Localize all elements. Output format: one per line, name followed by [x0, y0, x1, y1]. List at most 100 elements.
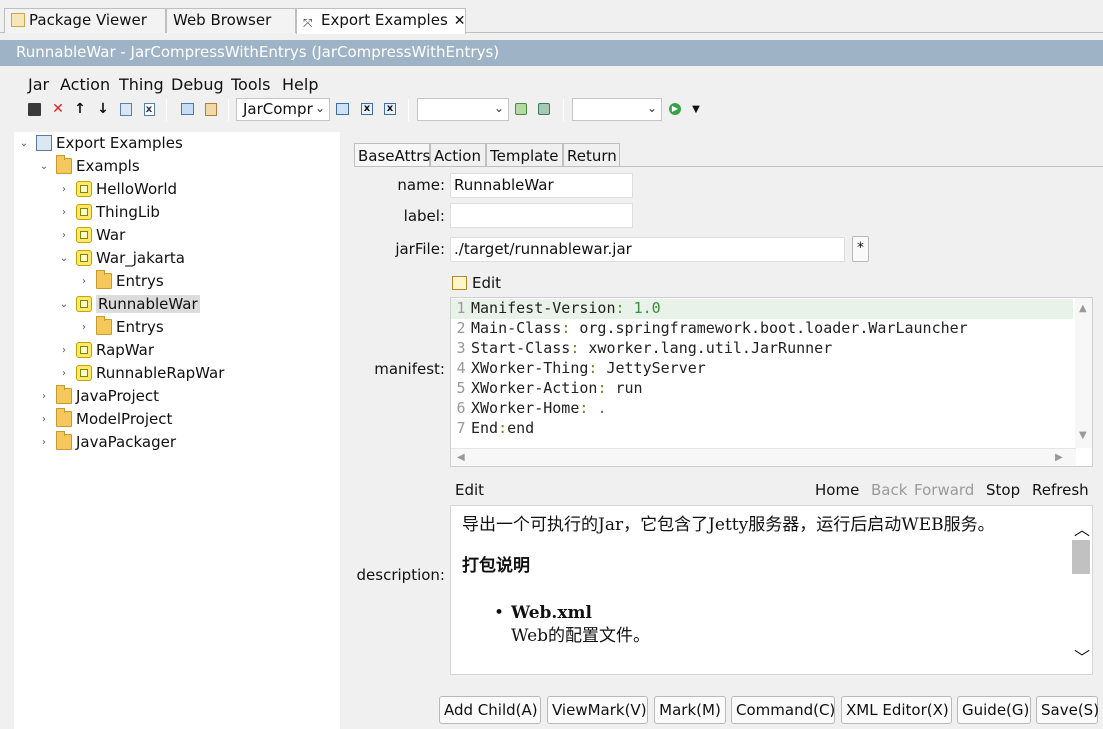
descriptor-combo[interactable]: ⌄ — [417, 98, 509, 121]
scroll-thumb[interactable] — [1072, 540, 1090, 574]
tab-template[interactable]: Template — [486, 143, 563, 167]
xml-view-icon[interactable]: x — [382, 101, 398, 117]
save-icon[interactable] — [26, 101, 42, 117]
run-menu-chevron-icon[interactable]: ▼ — [688, 101, 704, 117]
chevron-right-icon[interactable]: › — [58, 345, 70, 356]
tree-node[interactable]: › JavaProject — [38, 385, 159, 407]
description-viewer[interactable]: 导出一个可执行的Jar，它包含了Jetty服务器，运行后启动WEB服务。 打包说… — [450, 505, 1093, 675]
tree-node[interactable]: ⌄ Exampls — [38, 155, 140, 177]
manifest-editor[interactable]: 1 Manifest-Version: 1.0 2 Main-Class: org.s… — [450, 297, 1093, 467]
menu-debug[interactable]: Debug — [171, 75, 224, 94]
move-up-icon[interactable]: ↑ — [72, 101, 88, 117]
menu-tools[interactable]: Tools — [231, 75, 270, 94]
scroll-up-icon[interactable]: ▲ — [1079, 303, 1087, 314]
open-icon[interactable] — [334, 101, 350, 117]
chevron-right-icon[interactable]: › — [78, 322, 90, 333]
manifest-vertical-scrollbar[interactable]: ▲ ▼ — [1075, 298, 1092, 448]
tree-node[interactable]: › ThingLib — [58, 201, 160, 223]
tab-web-browser[interactable]: Web Browser — [166, 8, 296, 33]
tab-return[interactable]: Return — [563, 143, 620, 167]
tree-node[interactable]: › HelloWorld — [58, 178, 177, 200]
scroll-up-icon[interactable]: ︿ — [1074, 516, 1090, 540]
tree-node[interactable]: › ModelProject — [38, 408, 172, 430]
menu-jar[interactable]: Jar — [28, 75, 49, 94]
outline-icon[interactable] — [179, 101, 195, 117]
tree-node[interactable]: ⌄ RunnableWar — [58, 293, 200, 315]
view-mark-button[interactable]: ViewMark(V) — [547, 696, 648, 724]
tab-baseattrs[interactable]: BaseAttrs — [354, 143, 430, 167]
tree-node[interactable]: › JavaPackager — [38, 431, 176, 453]
folder-icon — [56, 385, 72, 404]
jarfile-select-button[interactable]: * — [852, 236, 869, 262]
menu-help[interactable]: Help — [282, 75, 318, 94]
chevron-right-icon[interactable]: › — [58, 184, 70, 195]
tree-node[interactable]: › War — [58, 224, 125, 246]
tree-node[interactable]: › Entrys — [78, 316, 164, 338]
chevron-down-icon[interactable]: ⌄ — [58, 253, 70, 264]
line-number: 7 — [456, 419, 466, 437]
chevron-right-icon[interactable]: › — [38, 414, 50, 425]
move-down-icon[interactable]: ↓ — [95, 101, 111, 117]
close-icon[interactable]: ✕ — [454, 13, 466, 29]
chevron-right-icon[interactable]: › — [78, 276, 90, 287]
home-link[interactable]: Home — [815, 481, 859, 499]
back-link[interactable]: Back — [871, 481, 907, 499]
manifest-horizontal-scrollbar[interactable]: ◀ ▶ — [451, 448, 1076, 466]
edit-icon — [452, 276, 467, 290]
line-number: 2 — [456, 319, 466, 337]
mark-button[interactable]: Mark(M) — [654, 696, 726, 724]
run-icon[interactable]: ▶ — [667, 101, 683, 117]
chevron-right-icon[interactable]: › — [38, 391, 50, 402]
scroll-right-icon[interactable]: ▶ — [1055, 452, 1063, 463]
save-button[interactable]: Save(S) — [1036, 696, 1099, 724]
guide-button[interactable]: Guide(G) — [957, 696, 1031, 724]
thing-combo[interactable]: JarCompr ⌄ — [236, 98, 330, 121]
chevron-right-icon[interactable]: › — [58, 368, 70, 379]
action-combo[interactable]: ⌄ — [572, 98, 662, 121]
chevron-down-icon[interactable]: ⌄ — [18, 138, 30, 149]
manifest-value: . — [597, 399, 607, 417]
menu-thing[interactable]: Thing — [119, 75, 164, 94]
manifest-key: XWorker-Thing — [471, 359, 589, 377]
xml-editor-button[interactable]: XML Editor(X) — [841, 696, 952, 724]
description-edit-link[interactable]: Edit — [455, 481, 484, 499]
menu-action[interactable]: Action — [60, 75, 110, 94]
refresh-thing-icon[interactable] — [118, 101, 134, 117]
forward-link[interactable]: Forward — [914, 481, 974, 499]
add-child-button[interactable]: Add Child(A) — [439, 696, 541, 724]
command-button[interactable]: Command(C) — [731, 696, 835, 724]
tree-node[interactable]: › Entrys — [78, 270, 164, 292]
tree-node[interactable]: › RapWar — [58, 339, 154, 361]
tree-node-label: RunnableWar — [96, 295, 200, 313]
chevron-down-icon: ⌄ — [493, 101, 504, 115]
manifest-edit-button[interactable]: Edit — [452, 273, 501, 293]
run-thing-icon[interactable] — [513, 101, 529, 117]
tree-node[interactable]: ⌄ War_jakarta — [58, 247, 185, 269]
delete-icon[interactable]: ✕ — [50, 101, 66, 117]
tab-package-viewer[interactable]: Package Viewer — [4, 8, 166, 33]
chevron-down-icon[interactable]: ⌄ — [58, 299, 70, 310]
chevron-down-icon[interactable]: ⌄ — [38, 161, 50, 172]
scroll-down-icon[interactable]: ▼ — [1079, 430, 1087, 441]
debug-thing-icon[interactable] — [536, 101, 552, 117]
chevron-right-icon[interactable]: › — [58, 230, 70, 241]
label-field[interactable] — [450, 203, 633, 228]
name-field[interactable]: RunnableWar — [450, 173, 633, 198]
tree-node[interactable]: › RunnableRapWar — [58, 362, 224, 384]
stop-link[interactable]: Stop — [986, 481, 1020, 499]
xml-edit-icon[interactable]: x — [359, 101, 375, 117]
manifest-separator: : — [498, 419, 508, 437]
refresh-link[interactable]: Refresh — [1032, 481, 1089, 499]
package-icon[interactable] — [203, 101, 219, 117]
chevron-right-icon[interactable]: › — [38, 437, 50, 448]
tab-export-examples[interactable]: ⤧ Export Examples ✕ — [296, 8, 466, 34]
scroll-left-icon[interactable]: ◀ — [457, 452, 465, 463]
xml-file-icon[interactable]: x — [141, 101, 157, 117]
chevron-right-icon[interactable]: › — [58, 207, 70, 218]
manifest-value: org.springframework.boot.loader.WarLaunc… — [579, 319, 968, 337]
scroll-down-icon[interactable]: ﹀ — [1074, 644, 1090, 668]
jarfile-field[interactable]: ./target/runnablewar.jar — [450, 237, 845, 262]
tab-action[interactable]: Action — [430, 143, 486, 167]
description-scrollbar[interactable]: ︿ ﹀ — [1070, 506, 1092, 674]
tree-node[interactable]: ⌄ Export Examples — [18, 132, 183, 154]
